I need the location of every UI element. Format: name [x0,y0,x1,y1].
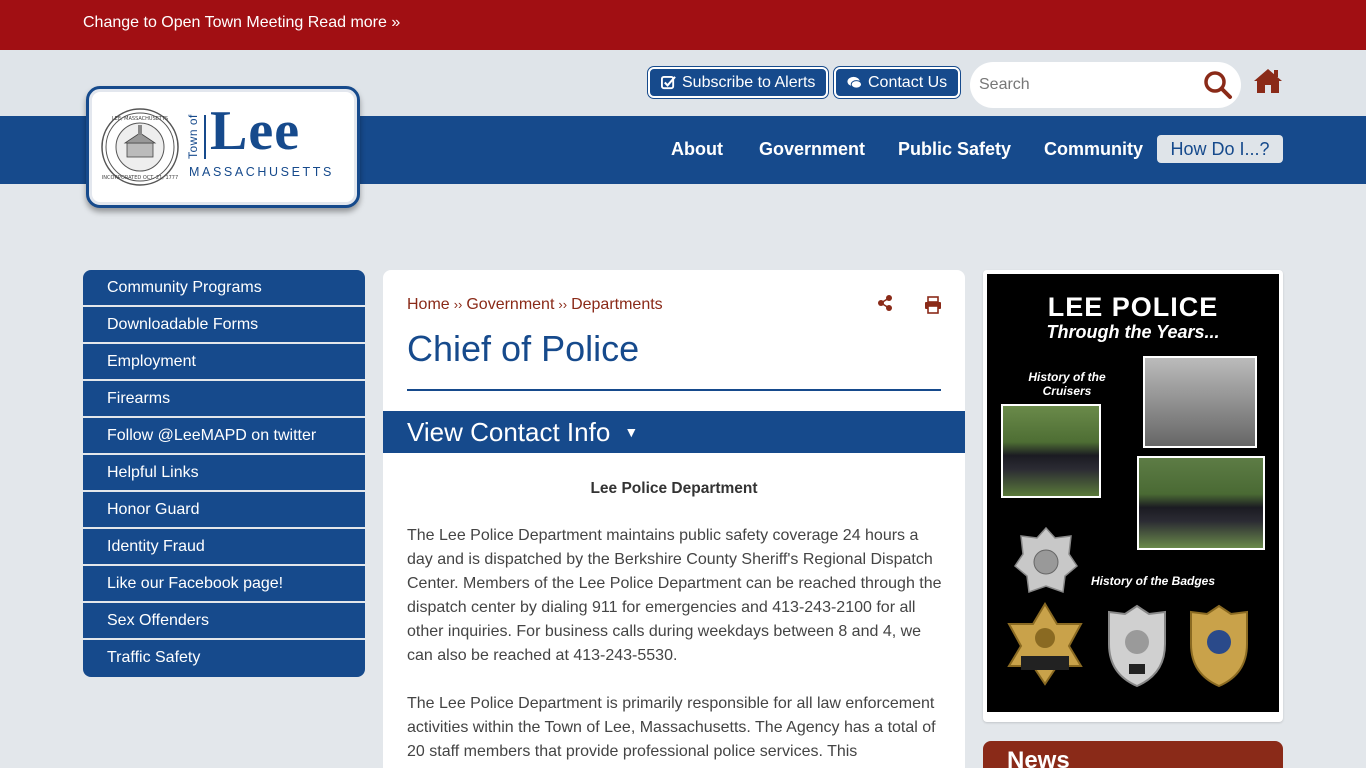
sidebar-item-employment[interactable]: Employment [83,344,365,381]
promo-poster: LEE POLICE Through the Years... History … [987,274,1279,712]
nav-public-safety[interactable]: Public Safety [898,135,1011,163]
contact-toggle-label: View Contact Info [407,417,611,447]
contact-label: Contact Us [868,73,948,91]
search-input[interactable] [979,73,1199,97]
chat-icon [847,76,862,89]
breadcrumb-government[interactable]: Government [466,296,554,313]
logo-state: MASSACHUSETTS [189,165,334,179]
nav-government[interactable]: Government [759,135,865,163]
sidebar-item-facebook[interactable]: Like our Facebook page! [83,566,365,603]
police-history-promo[interactable]: LEE POLICE Through the Years... History … [983,270,1283,722]
description-paragraph-2: The Lee Police Department is primarily r… [407,695,936,760]
sidebar-item-identity-fraud[interactable]: Identity Fraud [83,529,365,566]
department-name: Lee Police Department [590,480,758,497]
police-badge-gold-icon [1190,604,1248,688]
breadcrumb-separator: ›› [453,297,463,312]
cruiser-photo-1 [1001,404,1101,498]
logo-town-of: Town of [186,114,200,159]
sidebar: Community Programs Downloadable Forms Em… [83,270,365,677]
patrolman-badge-icon [1014,526,1078,594]
svg-text:INCORPORATED OCT. 21, 1777: INCORPORATED OCT. 21, 1777 [102,175,178,181]
home-icon[interactable] [1253,67,1283,95]
search-box [970,62,1241,108]
town-seal-icon: LEE, MASSACHUSETTS INCORPORATED OCT. 21,… [101,108,179,186]
main-content: Home ›› Government ›› Departments Chief of P… [383,270,965,768]
checkbox-icon [661,75,676,90]
contact-us-button[interactable]: Contact Us [834,67,961,98]
chief-badge-icon [1007,602,1083,686]
print-icon[interactable] [924,296,942,314]
breadcrumb-home[interactable]: Home [407,296,450,313]
nav-how-do-i[interactable]: How Do I...? [1157,135,1283,163]
promo-title: LEE POLICE [1047,292,1219,322]
news-title: News [1007,747,1070,768]
vintage-cruiser-photo [1143,356,1257,448]
share-icon[interactable] [876,294,894,312]
sidebar-item-twitter[interactable]: Follow @LeeMAPD on twitter [83,418,365,455]
triangle-down-icon: ▼ [624,424,639,440]
logo-name: Lee [210,100,301,162]
breadcrumb-separator: ›› [558,297,568,312]
sidebar-item-traffic-safety[interactable]: Traffic Safety [83,640,365,677]
cruiser-photo-2 [1137,456,1265,550]
title-divider [407,389,941,391]
nav-community[interactable]: Community [1044,135,1143,163]
nav-about[interactable]: About [671,135,723,163]
page-title: Chief of Police [407,328,640,369]
svg-text:LEE, MASSACHUSETTS: LEE, MASSACHUSETTS [112,116,168,122]
sidebar-item-firearms[interactable]: Firearms [83,381,365,418]
subscribe-alerts-button[interactable]: Subscribe to Alerts [648,67,829,98]
logo-divider [204,115,206,159]
description-paragraph-1: The Lee Police Department maintains publ… [407,527,942,664]
alert-bar: Change to Open Town Meeting Read more » [0,0,1366,50]
sidebar-item-honor-guard[interactable]: Honor Guard [83,492,365,529]
search-icon[interactable] [1203,70,1233,100]
cruisers-caption: History of the Cruisers [1028,370,1106,398]
breadcrumb-departments[interactable]: Departments [571,296,663,313]
sidebar-item-helpful-links[interactable]: Helpful Links [83,455,365,492]
police-badge-silver-icon [1108,604,1166,688]
town-logo[interactable]: LEE, MASSACHUSETTS INCORPORATED OCT. 21,… [86,86,360,208]
sidebar-item-downloadable-forms[interactable]: Downloadable Forms [83,307,365,344]
badges-caption: History of the Badges [1091,574,1216,588]
sidebar-item-community-programs[interactable]: Community Programs [83,270,365,307]
breadcrumb: Home ›› Government ›› Departments [407,296,663,314]
news-header: News [983,741,1283,768]
sidebar-item-sex-offenders[interactable]: Sex Offenders [83,603,365,640]
view-contact-info-toggle[interactable]: View Contact Info ▼ [383,411,965,453]
promo-subtitle: Through the Years... [1046,322,1220,342]
alert-link[interactable]: Change to Open Town Meeting Read more » [83,14,400,32]
subscribe-label: Subscribe to Alerts [682,73,816,91]
